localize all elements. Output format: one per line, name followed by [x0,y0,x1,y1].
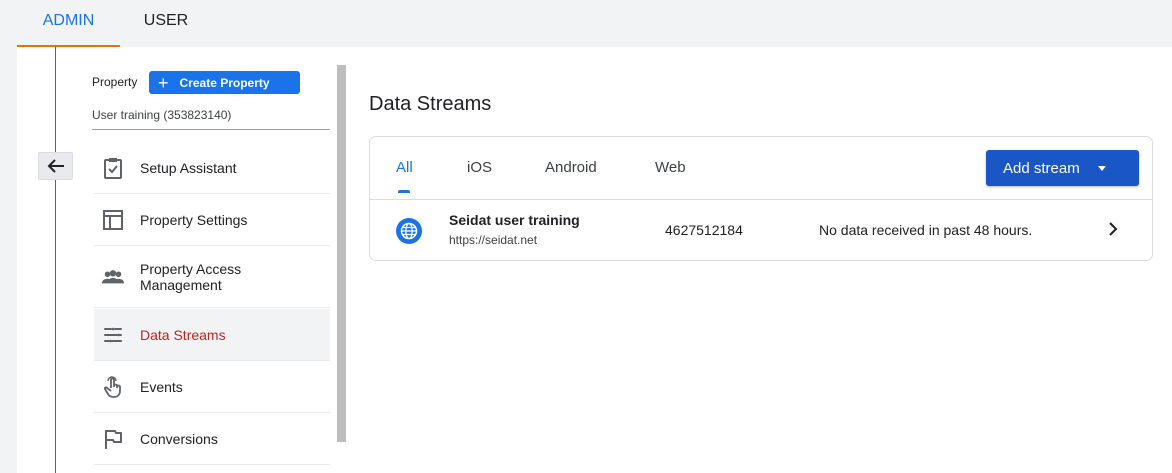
caret-down-icon [1097,165,1106,171]
add-stream-button[interactable]: Add stream [986,150,1139,186]
page-title: Data Streams [369,93,492,115]
menu-item-data-streams[interactable]: Data Streams [94,309,330,361]
property-divider [92,129,330,130]
tab-admin[interactable]: ADMIN [17,0,120,47]
main-panel: Property + Create Property User training… [17,47,1172,473]
menu-item-label: Property Settings [140,211,248,228]
stream-tab-web[interactable]: Web [655,159,686,176]
stream-tab-all[interactable]: All [396,159,413,193]
touch-icon [102,375,124,398]
stream-tab-ios[interactable]: iOS [467,159,492,176]
chevron-right-icon[interactable] [1104,220,1122,238]
arrow-left-icon [47,159,64,173]
streams-icon [102,324,124,346]
stream-url: https://seidat.net [449,233,538,247]
add-stream-label: Add stream [1003,159,1080,177]
menu-item-label: Events [140,378,183,395]
stream-row[interactable]: Seidat user training https://seidat.net … [370,200,1152,260]
create-property-label: Create Property [179,75,270,90]
menu-item-property-access-management[interactable]: Property Access Management [94,246,330,308]
menu-item-setup-assistant[interactable]: Setup Assistant [94,142,330,194]
create-property-button[interactable]: + Create Property [149,71,300,94]
sidebar-scrollbar[interactable] [337,65,346,442]
top-tab-bar: ADMIN USER [0,0,1172,47]
property-name: User training (353823140) [92,108,232,122]
globe-icon [396,218,422,244]
plus-icon: + [158,72,169,93]
stream-name: Seidat user training [449,212,580,228]
rail-line [55,47,56,473]
people-icon [102,266,124,288]
menu-item-label: Setup Assistant [140,159,237,176]
stream-id: 4627512184 [665,222,743,238]
stream-tab-android[interactable]: Android [545,159,597,176]
data-streams-card: All iOS Android Web Add stream Seidat us… [369,136,1153,261]
menu-item-conversions[interactable]: Conversions [94,413,330,465]
layout-icon [102,209,124,231]
tab-user[interactable]: USER [128,0,204,47]
stream-status: No data received in past 48 hours. [819,222,1033,238]
menu-item-label: Property Access Management [140,260,242,293]
menu-item-events[interactable]: Events [94,361,330,413]
back-button[interactable] [38,152,73,180]
flag-icon [102,428,124,450]
menu-item-label: Conversions [140,430,218,447]
property-label: Property [92,75,138,89]
menu-item-label: Data Streams [140,326,226,343]
clipboard-check-icon [102,157,124,179]
menu-item-property-settings[interactable]: Property Settings [94,194,330,246]
